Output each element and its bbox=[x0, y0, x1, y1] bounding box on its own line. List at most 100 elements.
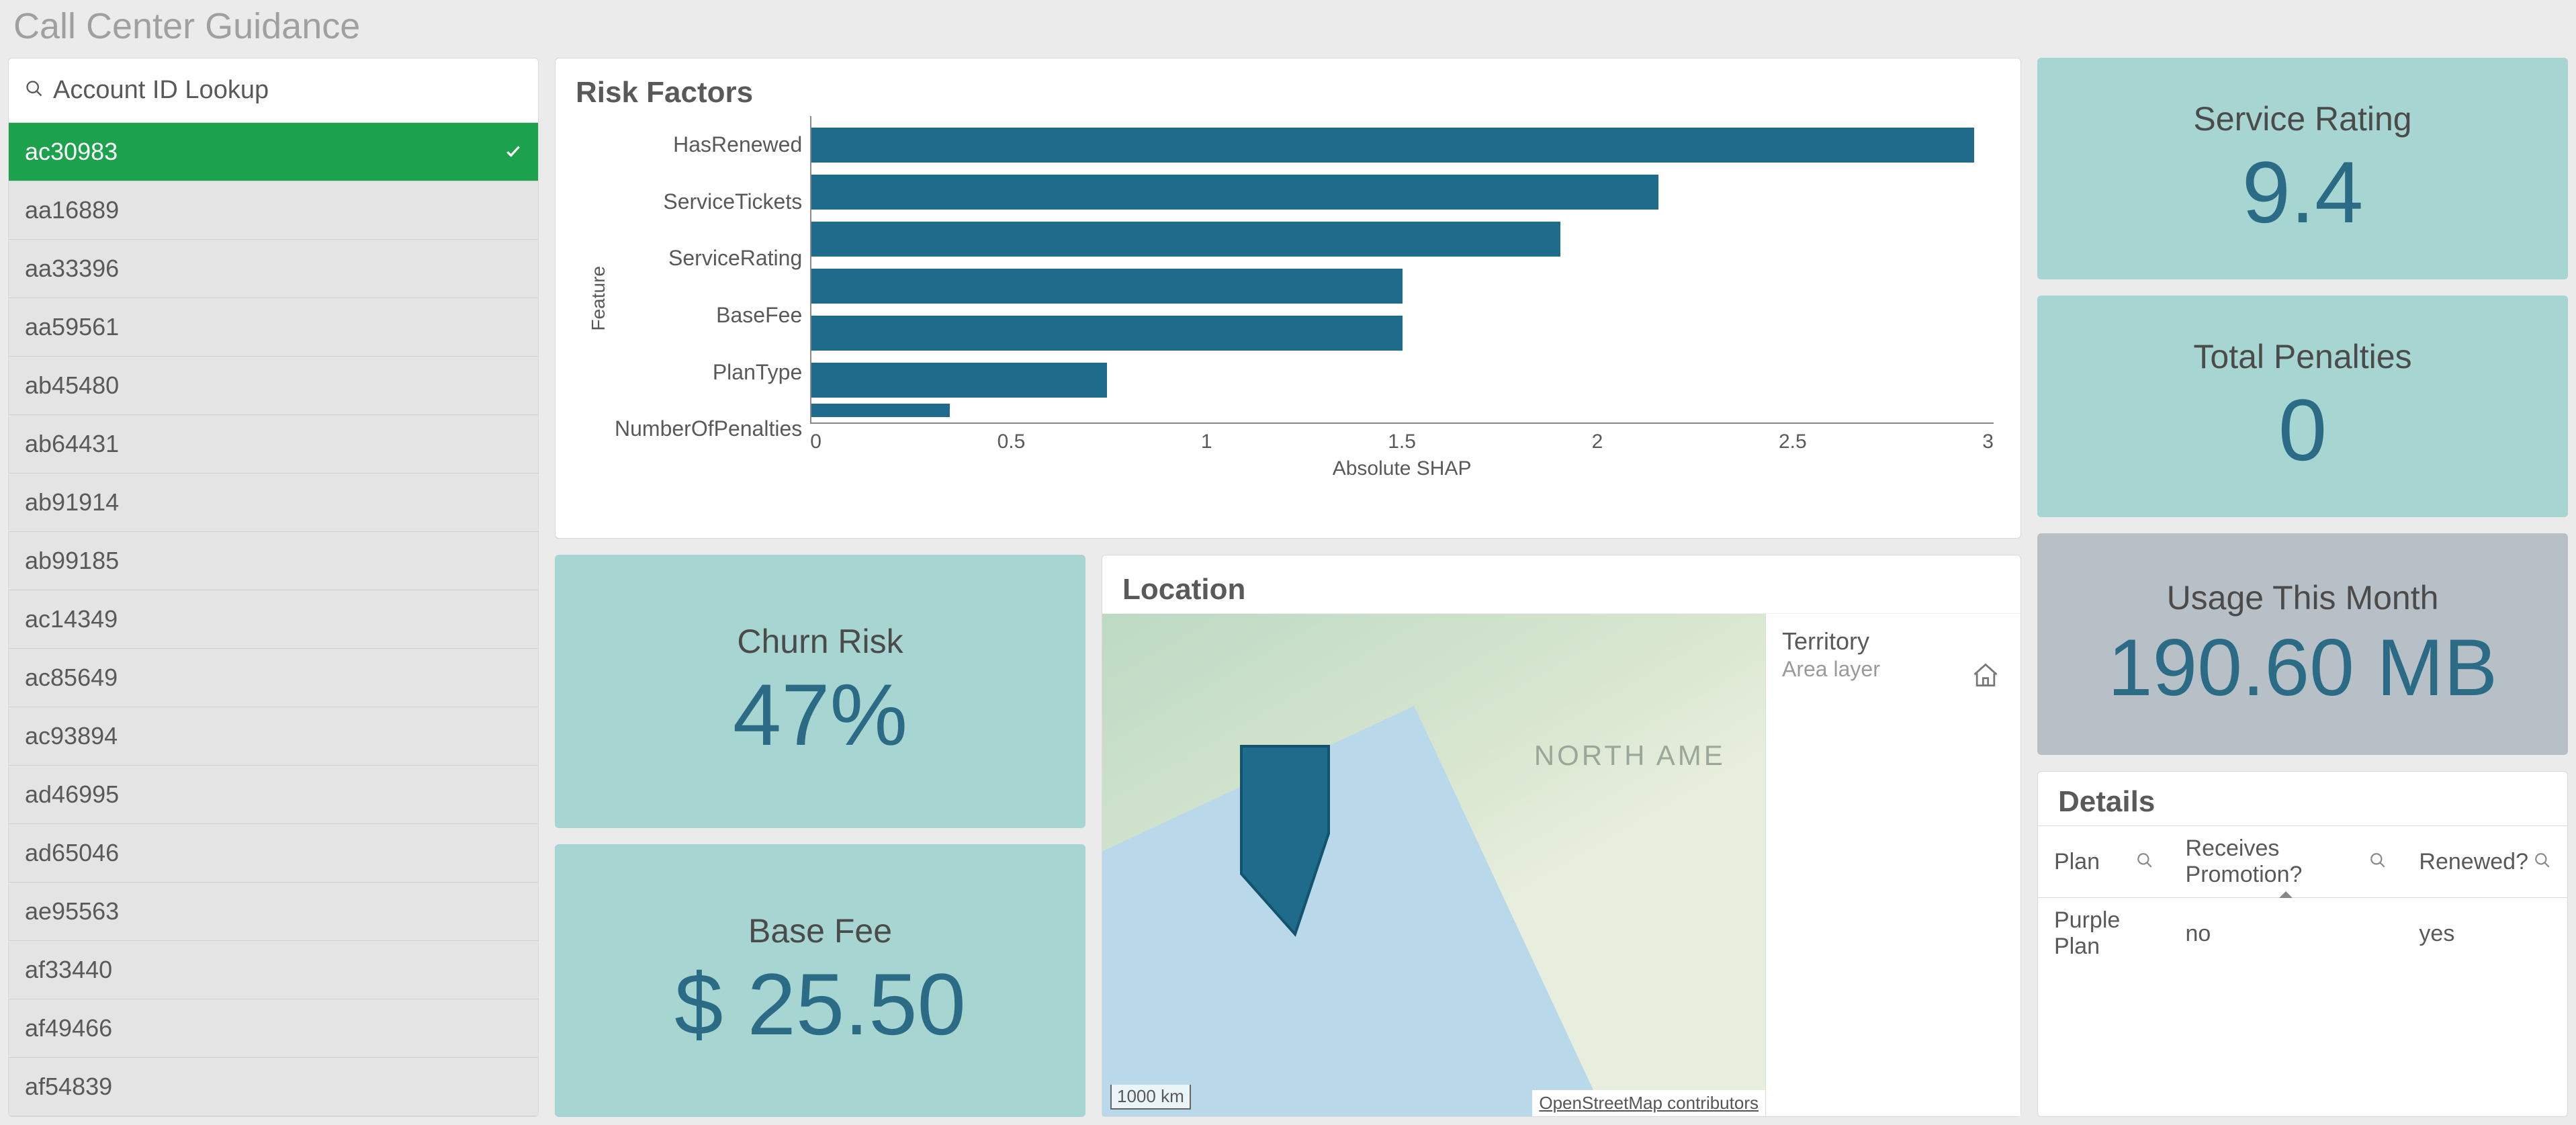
map-attribution: OpenStreetMap contributors bbox=[1532, 1090, 1765, 1116]
total-penalties-card: Total Penalties 0 bbox=[2037, 296, 2568, 517]
chart-bar[interactable] bbox=[811, 128, 1973, 163]
chart-xtick: 2.5 bbox=[1779, 431, 1807, 453]
col-promotion-label: Receives Promotion? bbox=[2186, 836, 2364, 888]
chart-bar[interactable] bbox=[811, 316, 1403, 351]
lookup-item[interactable]: aa59561 bbox=[9, 298, 538, 357]
lookup-item[interactable]: ab99185 bbox=[9, 532, 538, 590]
chart-bar-row bbox=[811, 216, 1994, 263]
usage-value: 190.60 MB bbox=[2108, 625, 2497, 710]
chart-xtick: 1 bbox=[1201, 431, 1212, 453]
lookup-item-label: ac30983 bbox=[25, 138, 118, 166]
lookup-item-label: aa33396 bbox=[25, 255, 119, 283]
search-icon bbox=[25, 76, 44, 105]
map-canvas[interactable]: NORTH AME 1000 km OpenStreetMap contribu… bbox=[1102, 614, 1765, 1116]
chart-xtick: 0 bbox=[810, 431, 821, 453]
cell-plan: Purple Plan bbox=[2038, 898, 2170, 970]
map-continent-label: NORTH AME bbox=[1534, 739, 1726, 772]
lookup-item[interactable]: ab64431 bbox=[9, 415, 538, 474]
middle-lower-grid: Churn Risk 47% Base Fee $ 25.50 Location… bbox=[555, 555, 2021, 1117]
chart-bar-row bbox=[811, 169, 1994, 216]
chart-bar[interactable] bbox=[811, 222, 1560, 257]
churn-risk-card: Churn Risk 47% bbox=[555, 555, 1085, 827]
lookup-item[interactable]: ad46995 bbox=[9, 766, 538, 824]
map-body: NORTH AME 1000 km OpenStreetMap contribu… bbox=[1102, 613, 2020, 1116]
lookup-item-label: ab91914 bbox=[25, 488, 119, 516]
lookup-item[interactable]: ad65046 bbox=[9, 824, 538, 883]
total-penalties-label: Total Penalties bbox=[2193, 337, 2411, 376]
lookup-item-label: af54839 bbox=[25, 1073, 112, 1101]
usage-card: Usage This Month 190.60 MB bbox=[2037, 533, 2568, 755]
lookup-item[interactable]: ae95563 bbox=[9, 883, 538, 941]
chart-xtick: 1.5 bbox=[1388, 431, 1416, 453]
chart-bar[interactable] bbox=[811, 363, 1107, 398]
details-col-plan[interactable]: Plan bbox=[2038, 826, 2170, 898]
details-col-promotion[interactable]: Receives Promotion? bbox=[2170, 826, 2403, 898]
risk-chart: Feature HasRenewedServiceTicketsServiceR… bbox=[556, 116, 2020, 494]
service-rating-value: 9.4 bbox=[2242, 146, 2364, 238]
churn-risk-value: 47% bbox=[733, 669, 907, 761]
details-col-renewed[interactable]: Renewed? bbox=[2403, 826, 2567, 898]
details-panel: Details Plan Receives Promotion? bbox=[2037, 771, 2568, 1117]
lookup-item[interactable]: aa16889 bbox=[9, 181, 538, 240]
chart-bar[interactable] bbox=[811, 404, 949, 417]
chart-category-label: ServiceRating bbox=[615, 234, 802, 281]
lookup-header[interactable]: Account ID Lookup bbox=[9, 58, 538, 123]
lookup-item[interactable]: af49466 bbox=[9, 999, 538, 1058]
chart-bar[interactable] bbox=[811, 269, 1403, 304]
chart-xtick: 3 bbox=[1982, 431, 1994, 453]
details-table: Plan Receives Promotion? Renewed? bbox=[2038, 825, 2567, 969]
lookup-item[interactable]: ac30983 bbox=[9, 123, 538, 181]
lookup-item[interactable]: ac85649 bbox=[9, 649, 538, 707]
risk-factors-panel: Risk Factors Feature HasRenewedServiceTi… bbox=[555, 58, 2021, 539]
chart-bar[interactable] bbox=[811, 175, 1658, 210]
chart-xlabel: Absolute SHAP bbox=[810, 457, 1994, 480]
chart-xtick: 2 bbox=[1592, 431, 1603, 453]
risk-factors-title: Risk Factors bbox=[556, 58, 2020, 116]
chart-bar-row bbox=[811, 122, 1994, 169]
search-icon[interactable] bbox=[2369, 849, 2387, 875]
lookup-item-label: aa16889 bbox=[25, 196, 119, 224]
chart-ylabel: Feature bbox=[582, 266, 615, 331]
base-fee-value: $ 25.50 bbox=[674, 958, 966, 1050]
chart-category-label: NumberOfPenalties bbox=[615, 405, 802, 452]
lookup-item[interactable]: ac93894 bbox=[9, 707, 538, 766]
chart-bar-row bbox=[811, 310, 1994, 357]
lookup-item-label: ab99185 bbox=[25, 547, 119, 575]
lookup-item-label: ad65046 bbox=[25, 839, 119, 867]
sort-indicator-icon bbox=[2279, 891, 2293, 898]
map-scale: 1000 km bbox=[1110, 1085, 1191, 1110]
lookup-item[interactable]: ac14349 bbox=[9, 590, 538, 649]
chart-xtick: 0.5 bbox=[997, 431, 1026, 453]
lookup-item[interactable]: af33440 bbox=[9, 941, 538, 999]
lookup-item-label: ac85649 bbox=[25, 664, 118, 692]
search-icon[interactable] bbox=[2136, 849, 2153, 875]
page-title: Call Center Guidance bbox=[13, 5, 2568, 47]
lookup-item-label: ac93894 bbox=[25, 722, 118, 750]
lookup-item[interactable]: aa33396 bbox=[9, 240, 538, 298]
chart-categories: HasRenewedServiceTicketsServiceRatingBas… bbox=[615, 116, 810, 480]
lookup-item[interactable]: ab45480 bbox=[9, 357, 538, 415]
lookup-item-label: ac14349 bbox=[25, 605, 118, 633]
account-lookup-panel: Account ID Lookup ac30983aa16889aa33396a… bbox=[8, 58, 539, 1117]
col-renewed-label: Renewed? bbox=[2419, 849, 2528, 875]
total-penalties-value: 0 bbox=[2278, 384, 2327, 476]
lookup-list[interactable]: ac30983 aa16889 aa33396 aa59561ab45480ab644… bbox=[9, 123, 538, 1116]
chart-bar-row bbox=[811, 263, 1994, 310]
location-panel: Location NORTH AME 1000 km OpenStreetMap… bbox=[1102, 555, 2021, 1117]
lookup-item-label: af33440 bbox=[25, 956, 112, 984]
service-rating-card: Service Rating 9.4 bbox=[2037, 58, 2568, 279]
lookup-item-label: af49466 bbox=[25, 1014, 112, 1042]
home-icon[interactable] bbox=[1971, 661, 2000, 694]
lookup-item[interactable]: af54839 bbox=[9, 1058, 538, 1116]
cell-renewed: yes bbox=[2403, 898, 2567, 970]
location-title: Location bbox=[1102, 555, 2020, 613]
lookup-item[interactable]: ab91914 bbox=[9, 474, 538, 532]
check-icon bbox=[504, 138, 522, 166]
chart-bar-row-partial bbox=[811, 404, 1994, 417]
map-state-shape bbox=[1235, 739, 1369, 941]
chart-xaxis: 0 0.5 1 1.5 2 2.5 3 bbox=[810, 424, 1994, 453]
chart-bars bbox=[810, 116, 1994, 424]
table-row[interactable]: Purple Plan no yes bbox=[2038, 898, 2567, 970]
chart-bar-row bbox=[811, 357, 1994, 404]
search-icon[interactable] bbox=[2534, 849, 2551, 875]
